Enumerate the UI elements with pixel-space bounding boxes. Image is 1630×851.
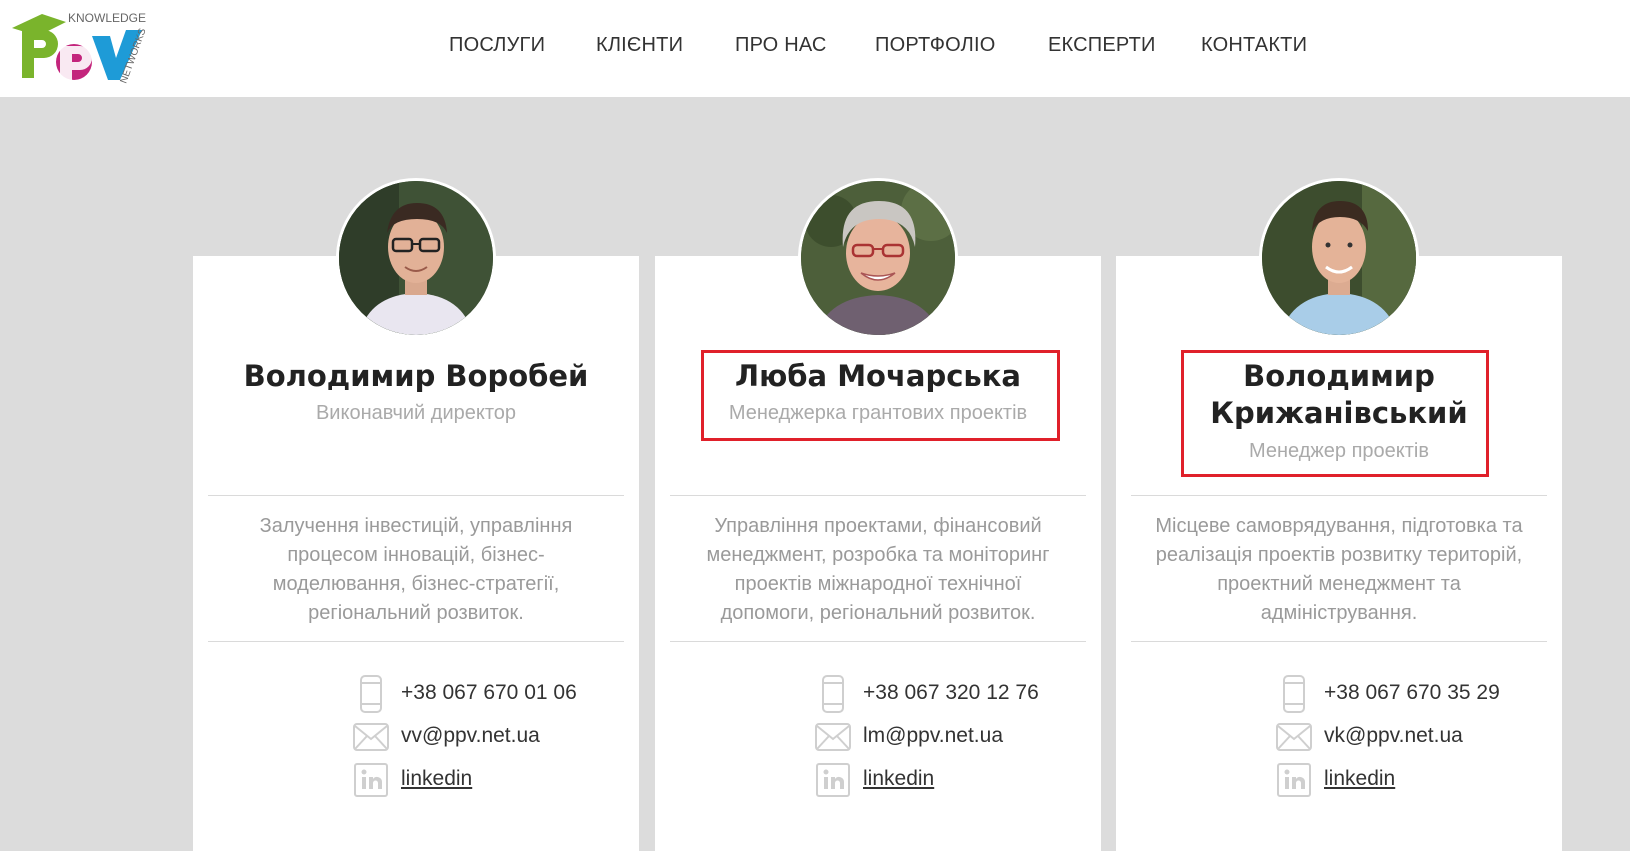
- divider: [1131, 641, 1547, 642]
- expert-name: Володимир Воробей: [243, 359, 589, 393]
- expert-role: Виконавчий директор: [315, 402, 517, 424]
- highlight-box: [701, 350, 1060, 441]
- nav-contacts[interactable]: КОНТАКТИ: [1201, 34, 1307, 57]
- avatar: [1259, 178, 1419, 338]
- email-icon: [1276, 717, 1312, 757]
- avatar: [798, 178, 958, 338]
- linkedin-row[interactable]: linkedin: [1276, 760, 1556, 800]
- email-row[interactable]: vv@ppv.net.ua: [353, 717, 633, 757]
- divider: [208, 641, 624, 642]
- phone-icon: [815, 674, 851, 714]
- linkedin-icon: [1276, 760, 1312, 800]
- phone-icon: [353, 674, 389, 714]
- linkedin-row[interactable]: linkedin: [353, 760, 633, 800]
- email-icon: [815, 717, 851, 757]
- email-address[interactable]: lm@ppv.net.ua: [863, 724, 1003, 748]
- expert-card: Володимир Крижанівський Менеджер проекті…: [1116, 256, 1562, 851]
- avatar: [336, 178, 496, 338]
- expert-description: Залучення інвестицій, управління процесо…: [259, 515, 573, 624]
- divider: [670, 641, 1086, 642]
- email-icon: [353, 717, 389, 757]
- phone-row[interactable]: +38 067 670 01 06: [353, 674, 633, 714]
- phone-icon: [1276, 674, 1312, 714]
- site-header: KNOWLEDGE NETWORKS ПОСЛУГИ КЛІЄНТИ ПРО Н…: [0, 0, 1630, 97]
- linkedin-icon: [353, 760, 389, 800]
- linkedin-link[interactable]: linkedin: [1324, 767, 1395, 791]
- linkedin-link[interactable]: linkedin: [401, 767, 472, 791]
- divider: [208, 495, 624, 496]
- phone-number[interactable]: +38 067 320 12 76: [863, 681, 1039, 705]
- email-address[interactable]: vk@ppv.net.ua: [1324, 724, 1463, 748]
- nav-portfolio[interactable]: ПОРТФОЛІО: [875, 34, 996, 57]
- expert-card: Люба Мочарська Менеджерка грантових прое…: [655, 256, 1101, 851]
- nav-experts[interactable]: ЕКСПЕРТИ: [1048, 34, 1156, 57]
- highlight-box: [1181, 350, 1489, 477]
- expert-description: Управління проектами, фінансовий менеджм…: [706, 515, 1050, 624]
- phone-row[interactable]: +38 067 320 12 76: [815, 674, 1095, 714]
- nav-about[interactable]: ПРО НАС: [735, 34, 827, 57]
- email-row[interactable]: lm@ppv.net.ua: [815, 717, 1095, 757]
- phone-row[interactable]: +38 067 670 35 29: [1276, 674, 1556, 714]
- phone-number[interactable]: +38 067 670 35 29: [1324, 681, 1500, 705]
- main-nav: ПОСЛУГИ КЛІЄНТИ ПРО НАС ПОРТФОЛІО ЕКСПЕР…: [0, 0, 1630, 97]
- nav-clients[interactable]: КЛІЄНТИ: [596, 34, 683, 57]
- email-row[interactable]: vk@ppv.net.ua: [1276, 717, 1556, 757]
- linkedin-icon: [815, 760, 851, 800]
- expert-card: Володимир Воробей Виконавчий директор За…: [193, 256, 639, 851]
- expert-description: Місцеве самоврядування, підготовка та ре…: [1155, 515, 1523, 624]
- divider: [1131, 495, 1547, 496]
- linkedin-link[interactable]: linkedin: [863, 767, 934, 791]
- phone-number[interactable]: +38 067 670 01 06: [401, 681, 577, 705]
- divider: [670, 495, 1086, 496]
- nav-services[interactable]: ПОСЛУГИ: [449, 34, 545, 57]
- email-address[interactable]: vv@ppv.net.ua: [401, 724, 540, 748]
- linkedin-row[interactable]: linkedin: [815, 760, 1095, 800]
